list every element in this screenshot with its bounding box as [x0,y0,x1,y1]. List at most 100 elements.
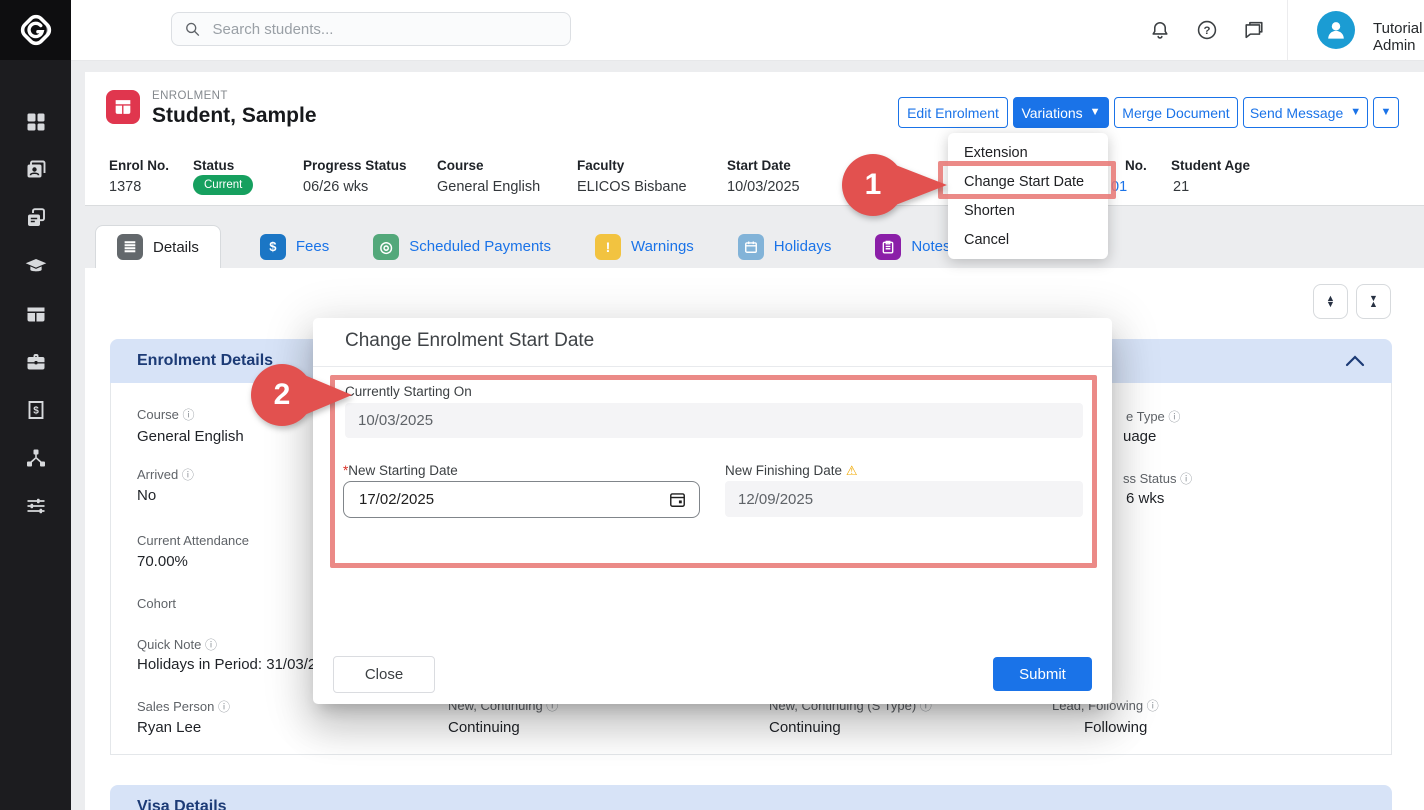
documents-icon [24,206,48,230]
expand-all-button[interactable]: ▲▼ [1313,284,1348,319]
sidebar-item-courses[interactable] [0,242,71,290]
tab-warnings[interactable]: ! Warnings [590,225,699,268]
messages-button[interactable] [1243,19,1265,41]
new-starting-date-label: *New Starting Date [343,463,458,478]
new-starting-date-input[interactable] [357,490,641,509]
details-icon: ≣ [117,234,143,260]
tab-scheduled-payments[interactable]: ◎ Scheduled Payments [368,225,556,268]
progress-status-field-label-partial: ss Status ⓘ [1123,470,1192,487]
info-icon: ⓘ [183,408,195,422]
graduation-cap-icon [23,253,49,279]
tab-fees-label: Fees [296,238,329,255]
tab-notes[interactable]: Notes [870,225,955,268]
collapse-all-button[interactable]: ▼▲ [1356,284,1391,319]
scheduled-payments-icon: ◎ [373,234,399,260]
student-search[interactable] [171,12,571,46]
visa-details-panel-header[interactable]: Visa Details [110,785,1392,810]
course-value: General English [437,179,540,195]
lead-following-field-value: Following [1084,719,1147,736]
enrol-no-label: Enrol No. [109,158,169,173]
new-starting-date-field[interactable] [343,481,700,518]
record-type-label: ENROLMENT [152,90,228,102]
annotation-step-1: 1 [842,154,960,216]
chevron-down-icon: ▼ [1350,107,1361,118]
sidebar-item-finance[interactable]: $ [0,386,71,434]
submit-button[interactable]: Submit [993,657,1092,691]
edit-enrolment-button[interactable]: Edit Enrolment [898,97,1008,128]
sales-person-field-label: Sales Person ⓘ [137,698,230,715]
quick-note-field-label: Quick Note ⓘ [137,636,217,653]
info-icon: ⓘ [1168,410,1180,424]
menu-item-change-start-date[interactable]: Change Start Date [948,167,1108,196]
menu-item-cancel[interactable]: Cancel [948,225,1108,254]
svg-text:?: ? [1204,25,1211,37]
new-finishing-date-label: New Finishing Date ⚠ [725,463,857,479]
sliders-icon [24,494,48,518]
sidebar-item-settings[interactable] [0,482,71,530]
menu-item-shorten[interactable]: Shorten [948,196,1108,225]
variations-label: Variations [1021,105,1082,121]
table-glyph-icon [112,96,134,118]
status-badge: Current [193,175,253,195]
sales-person-field-value: Ryan Lee [137,719,201,736]
student-no-label: No. [1125,158,1147,173]
sidebar-item-students[interactable] [0,146,71,194]
calendar-icon[interactable] [668,490,687,509]
progress-status-value: 06/26 wks [303,179,368,195]
help-button[interactable]: ? [1196,19,1218,41]
sidebar-item-dashboard[interactable] [0,98,71,146]
person-icon [1323,17,1349,43]
close-button[interactable]: Close [333,656,435,693]
brand-logo-icon [17,11,55,49]
tab-fees[interactable]: $ Fees [255,225,334,268]
tab-details[interactable]: ≣ Details [95,225,221,268]
sidebar: $ [0,0,71,810]
warning-icon: ⚠ [846,463,858,478]
start-date-label: Start Date [727,158,791,173]
variations-button[interactable]: Variations ▼ [1013,97,1109,128]
holidays-calendar-icon [738,234,764,260]
more-actions-button[interactable]: ▼ [1373,97,1399,128]
progress-status-field-value-partial: 6 wks [1126,490,1164,507]
start-date-value: 10/03/2025 [727,179,800,195]
user-name[interactable]: Tutorial Admin [1373,20,1424,54]
sidebar-item-enrolments[interactable] [0,290,71,338]
tab-notes-label: Notes [911,238,950,255]
tab-scheduled-payments-label: Scheduled Payments [409,238,551,255]
enrolments-table-icon [24,302,48,326]
edit-enrolment-label: Edit Enrolment [907,105,999,121]
sidebar-item-documents[interactable] [0,194,71,242]
course-field-label: Course ⓘ [137,406,195,423]
student-no-link[interactable]: 01 [1111,179,1127,195]
chevron-up-icon[interactable] [1345,355,1365,367]
visa-details-title: Visa Details [137,798,227,810]
fees-icon: $ [260,234,286,260]
course-type-field-label-partial: e Type ⓘ [1126,408,1180,425]
menu-item-extension[interactable]: Extension [948,138,1108,167]
sidebar-item-services[interactable] [0,338,71,386]
warnings-icon: ! [595,234,621,260]
tab-holidays-label: Holidays [774,238,832,255]
search-icon [184,20,201,38]
topbar-divider [1287,0,1288,60]
notifications-button[interactable] [1149,19,1171,41]
annotation-arrow-right-icon [893,164,947,206]
attendance-field-value: 70.00% [137,553,188,570]
send-message-button[interactable]: Send Message ▼ [1243,97,1368,128]
search-input[interactable] [211,20,558,39]
user-avatar[interactable] [1317,11,1355,49]
annotation-step-2: 2 [251,364,365,426]
progress-status-label: Progress Status [303,158,407,173]
course-label: Course [437,158,484,173]
status-label: Status [193,158,234,173]
faculty-label: Faculty [577,158,624,173]
notes-clipboard-icon [875,234,901,260]
topbar: ? Tutorial Admin [71,0,1424,61]
enrolment-header: ENROLMENT Student, Sample Edit Enrolment… [85,72,1424,206]
app-window: $ [0,0,1424,810]
app-logo[interactable] [0,0,71,60]
tab-holidays[interactable]: Holidays [733,225,837,268]
sidebar-item-network[interactable] [0,434,71,482]
course-type-field-value-partial: uage [1123,428,1156,445]
merge-document-button[interactable]: Merge Document [1114,97,1238,128]
